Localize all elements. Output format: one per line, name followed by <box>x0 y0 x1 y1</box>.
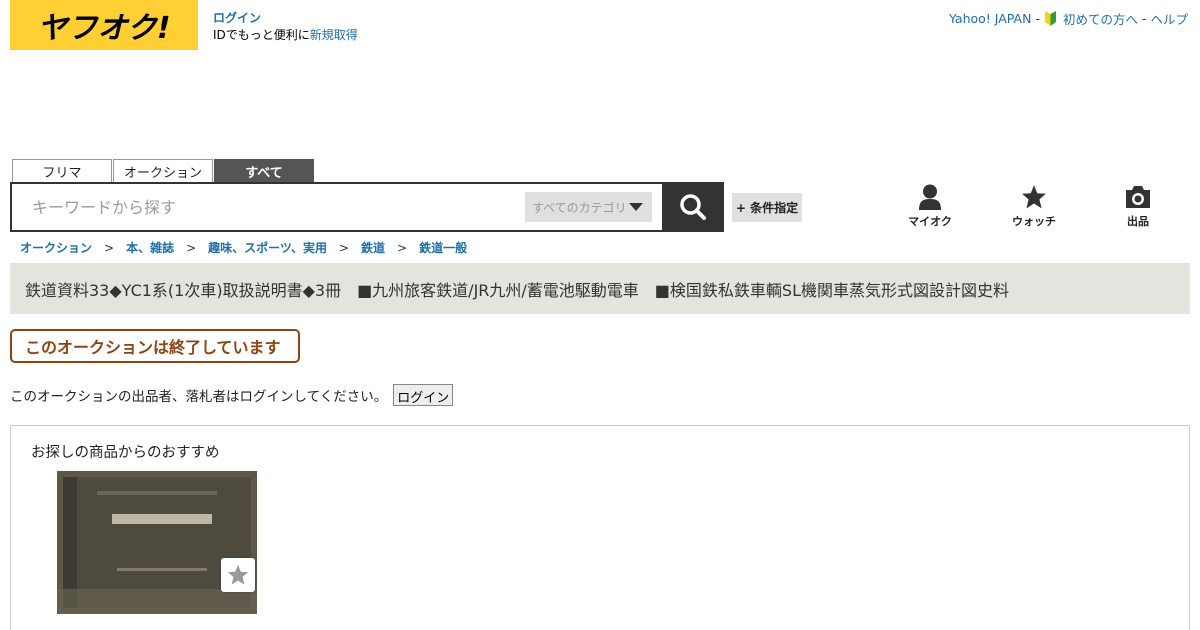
breadcrumb-item[interactable]: 鉄道 <box>361 239 385 256</box>
tab-flea-market[interactable]: フリマ <box>12 159 112 182</box>
watch-list-button[interactable]: ウォッチ <box>1004 184 1064 230</box>
book-cover-image <box>57 471 257 614</box>
breadcrumb-separator: > <box>186 240 197 255</box>
recommendation-title: お探しの商品からのおすすめ <box>31 445 220 461</box>
camera-icon <box>1126 186 1150 208</box>
tab-all[interactable]: すべて <box>214 159 314 182</box>
add-to-watch-button[interactable] <box>221 558 255 592</box>
search-icon <box>680 194 706 220</box>
logo-text: ヤフオク! <box>37 11 171 46</box>
item-title-bar: 鉄道資料33◆YC1系(1次車)取扱説明書◆3冊 ■九州旅客鉄道/JR九州/蓄電… <box>10 263 1190 314</box>
breadcrumb: オークション > 本、雑誌 > 趣味、スポーツ、実用 > 鉄道 > 鉄道一般 <box>20 239 467 256</box>
separator: - <box>1141 11 1147 26</box>
search-tabs: フリマ オークション すべて <box>12 159 314 182</box>
sell-button[interactable]: 出品 <box>1108 184 1168 230</box>
breadcrumb-item[interactable]: 鉄道一般 <box>419 239 467 256</box>
breadcrumb-separator: > <box>338 240 350 255</box>
star-icon <box>227 564 249 585</box>
item-title: 鉄道資料33◆YC1系(1次車)取扱説明書◆3冊 ■九州旅客鉄道/JR九州/蓄電… <box>25 280 1009 300</box>
search-bar: すべてのカテゴリ <box>10 182 724 232</box>
login-notice: このオークションの出品者、落札者はログインしてください。 ログイン <box>10 384 454 406</box>
help-link[interactable]: ヘルプ <box>1150 9 1188 28</box>
my-auction-button[interactable]: マイオク <box>900 184 960 230</box>
category-select[interactable]: すべてのカテゴリ <box>525 192 652 222</box>
separator: - <box>1035 11 1040 26</box>
tab-auction[interactable]: オークション <box>113 159 213 182</box>
star-icon <box>1022 185 1046 209</box>
login-prompt: IDでもっと便利に <box>213 28 310 42</box>
register-link[interactable]: 新規取得 <box>310 28 358 42</box>
breadcrumb-item[interactable]: 本、雑誌 <box>126 239 174 256</box>
category-select-label: すべてのカテゴリ <box>532 200 627 215</box>
recommended-item-thumbnail[interactable] <box>57 471 257 614</box>
auction-ended-badge: このオークションは終了しています <box>10 329 300 363</box>
search-button[interactable] <box>662 182 724 232</box>
sell-label: 出品 <box>1127 215 1149 228</box>
beginner-mark-icon <box>1044 11 1056 26</box>
login-notice-text: このオークションの出品者、落札者はログインしてください。 <box>10 389 388 405</box>
beginner-link[interactable]: 初めての方へ <box>1063 9 1138 28</box>
yahoo-japan-link[interactable]: Yahoo! JAPAN <box>949 11 1031 26</box>
user-icon <box>919 184 941 210</box>
yahuoku-logo[interactable]: ヤフオク! <box>10 0 198 50</box>
watch-label: ウォッチ <box>1012 215 1056 228</box>
notice-login-button[interactable]: ログイン <box>393 384 454 406</box>
breadcrumb-separator: > <box>104 240 115 255</box>
search-input[interactable] <box>22 192 512 222</box>
breadcrumb-item[interactable]: オークション <box>20 239 92 256</box>
caret-down-icon <box>629 203 643 211</box>
login-box: ログイン IDでもっと便利に新規取得 <box>213 10 358 44</box>
recommendation-panel: お探しの商品からのおすすめ <box>10 425 1190 630</box>
breadcrumb-separator: > <box>397 240 408 255</box>
condition-button[interactable]: + 条件指定 <box>732 193 802 222</box>
breadcrumb-item[interactable]: 趣味、スポーツ、実用 <box>208 239 327 256</box>
util-links: Yahoo! JAPAN - 初めての方へ - ヘルプ <box>949 9 1188 28</box>
login-link[interactable]: ログイン <box>213 11 261 25</box>
my-auction-label: マイオク <box>908 215 952 228</box>
